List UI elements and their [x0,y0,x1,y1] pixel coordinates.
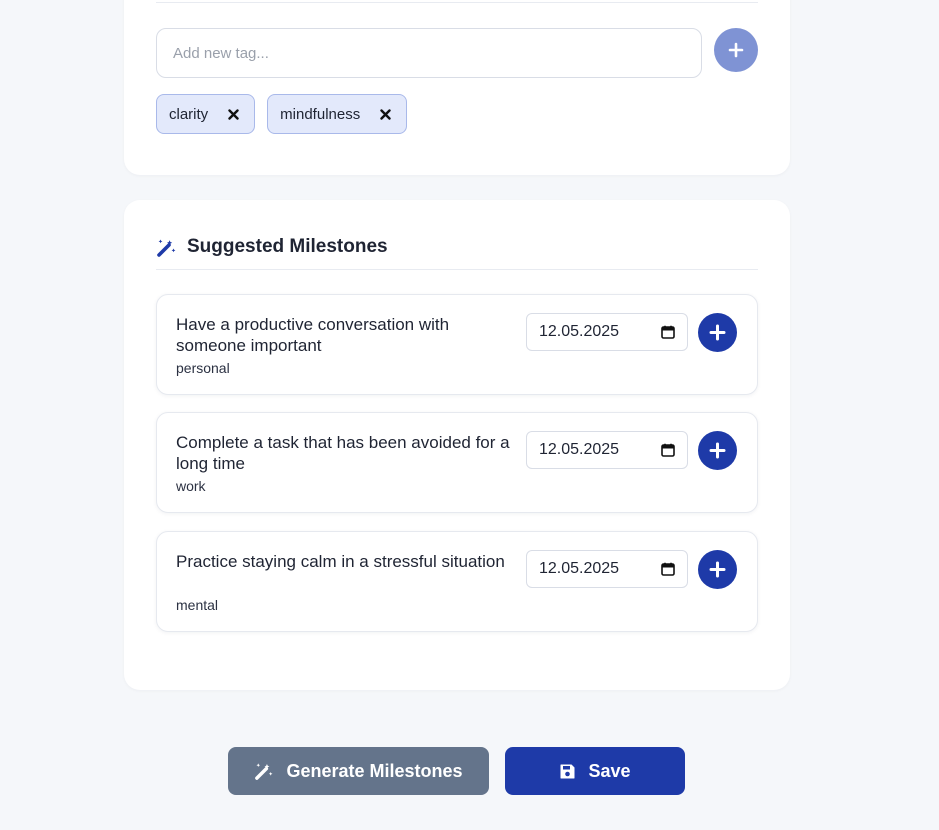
suggested-milestones-card: Suggested Milestones Have a productive c… [124,200,790,690]
section-header: Suggested Milestones [156,236,388,258]
date-value: 12.05.2025 [539,323,620,340]
milestone-title: Have a productive conversation with some… [176,315,450,355]
close-icon [227,108,239,120]
date-value: 12.05.2025 [539,441,620,458]
plus-icon [709,442,726,459]
date-value: 12.05.2025 [539,560,620,577]
milestone-item: Complete a task that has been avoided fo… [156,412,758,513]
milestone-item: Have a productive conversation with some… [156,294,758,395]
tag-chip-clarity: clarity [156,94,256,134]
tag-label: clarity [169,105,209,123]
tag-label: mindfulness [280,105,361,123]
remove-tag-clarity-button[interactable] [226,107,240,121]
magic-wand-icon [157,239,176,257]
add-milestone-button[interactable] [698,313,737,352]
milestone-category: personal [176,360,230,376]
divider [156,2,758,3]
tags-card: clarity mindfulness [124,0,790,175]
plus-icon [728,42,744,58]
save-button[interactable]: Save [505,747,685,795]
calendar-icon [661,325,675,339]
generate-milestones-label: Generate Milestones [286,760,463,781]
magic-wand-icon [255,763,273,780]
milestone-category: work [176,478,206,494]
milestone-date-input[interactable]: 12.05.2025 [526,550,688,588]
milestone-date-input[interactable]: 12.05.2025 [526,313,688,351]
add-milestone-button[interactable] [698,550,737,589]
page: clarity mindfulness [0,0,939,830]
plus-icon [709,561,726,578]
tag-input[interactable] [156,28,702,78]
milestone-category: mental [176,597,219,613]
milestone-item: Practice staying calm in a stressful sit… [156,531,758,632]
add-tag-button[interactable] [714,28,758,72]
tag-chip-mindfulness: mindfulness [267,94,408,134]
calendar-icon [661,562,675,576]
section-title: Suggested Milestones [187,236,388,257]
milestone-date-input[interactable]: 12.05.2025 [526,431,688,469]
milestone-title: Complete a task that has been avoided fo… [176,433,510,473]
generate-milestones-button[interactable]: Generate Milestones [228,747,489,795]
floppy-disk-icon [560,764,575,778]
milestone-title: Practice staying calm in a stressful sit… [176,552,505,571]
calendar-icon [661,443,675,457]
save-label: Save [588,760,631,781]
add-milestone-button[interactable] [698,431,737,470]
tag-list: clarity mindfulness [156,94,408,134]
plus-icon [709,324,726,341]
divider [156,269,758,270]
remove-tag-mindfulness-button[interactable] [378,107,392,121]
close-icon [380,108,391,120]
